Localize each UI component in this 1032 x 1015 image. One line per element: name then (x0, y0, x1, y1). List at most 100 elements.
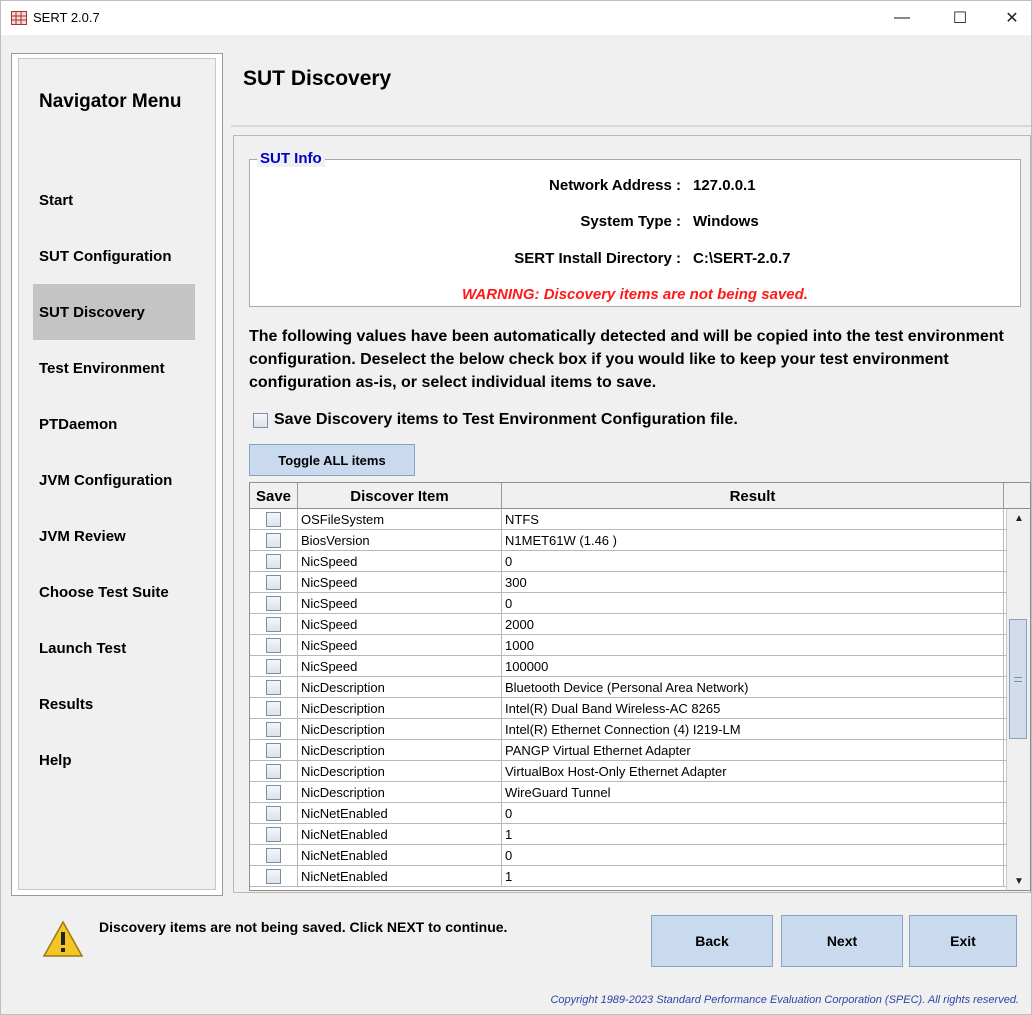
row-result: 100000 (502, 656, 1004, 677)
table-header: Save Discover Item Result (250, 483, 1030, 509)
row-discover-item: NicSpeed (298, 593, 502, 614)
row-result: Bluetooth Device (Personal Area Network) (502, 677, 1004, 698)
table-row[interactable]: NicDescription Bluetooth Device (Personal… (250, 677, 1006, 698)
row-save-checkbox[interactable] (266, 512, 281, 527)
system-type-label: System Type : (580, 213, 681, 230)
table-scrollbar[interactable]: ▲ ▼ (1006, 509, 1030, 890)
table-row[interactable]: NicSpeed 300 (250, 572, 1006, 593)
table-row[interactable]: NicSpeed 100000 (250, 656, 1006, 677)
table-row[interactable]: NicDescription Intel(R) Dual Band Wireles… (250, 698, 1006, 719)
save-discovery-label: Save Discovery items to Test Environment… (274, 411, 738, 428)
row-discover-item: NicNetEnabled (298, 866, 502, 887)
row-save-checkbox[interactable] (266, 869, 281, 884)
row-result: 1 (502, 824, 1004, 845)
row-save-checkbox[interactable] (266, 806, 281, 821)
nav-item-help[interactable]: Help (33, 732, 195, 788)
table-row[interactable]: NicDescription WireGuard Tunnel (250, 782, 1006, 803)
row-result: PANGP Virtual Ethernet Adapter (502, 740, 1004, 761)
row-result: N1MET61W (1.46 ) (502, 530, 1004, 551)
discovery-table: Save Discover Item Result OSFileSystem NT… (249, 482, 1031, 891)
row-save-checkbox[interactable] (266, 617, 281, 632)
row-save-checkbox[interactable] (266, 533, 281, 548)
row-discover-item: NicDescription (298, 782, 502, 803)
exit-button[interactable]: Exit (909, 915, 1017, 967)
row-save-checkbox[interactable] (266, 722, 281, 737)
column-header-discover-item[interactable]: Discover Item (298, 483, 502, 509)
nav-item-sut-configuration[interactable]: SUT Configuration (33, 228, 195, 284)
table-row[interactable]: NicDescription Intel(R) Ethernet Connecti… (250, 719, 1006, 740)
table-row[interactable]: NicNetEnabled 1 (250, 866, 1006, 887)
row-result: Intel(R) Ethernet Connection (4) I219-LM (502, 719, 1004, 740)
row-result: 0 (502, 593, 1004, 614)
row-discover-item: NicNetEnabled (298, 845, 502, 866)
close-button[interactable]: ✕ (989, 1, 1032, 35)
table-row[interactable]: OSFileSystem NTFS (250, 509, 1006, 530)
row-save-checkbox[interactable] (266, 785, 281, 800)
scroll-down-arrow-icon[interactable]: ▼ (1009, 872, 1029, 890)
title-bar: SERT 2.0.7 — ☐ ✕ (1, 1, 1031, 35)
column-header-save[interactable]: Save (250, 483, 298, 509)
warning-triangle-icon (42, 920, 84, 957)
nav-item-choose-test-suite[interactable]: Choose Test Suite (33, 564, 195, 620)
sert-app-icon (11, 11, 27, 25)
table-row[interactable]: NicNetEnabled 0 (250, 803, 1006, 824)
row-discover-item: NicDescription (298, 677, 502, 698)
nav-item-jvm-review[interactable]: JVM Review (33, 508, 195, 564)
nav-item-sut-discovery[interactable]: SUT Discovery (33, 284, 195, 340)
table-row[interactable]: NicSpeed 0 (250, 593, 1006, 614)
toggle-all-button[interactable]: Toggle ALL items (249, 444, 415, 476)
nav-item-results[interactable]: Results (33, 676, 195, 732)
row-save-checkbox[interactable] (266, 554, 281, 569)
row-discover-item: OSFileSystem (298, 509, 502, 530)
row-result: NTFS (502, 509, 1004, 530)
row-save-checkbox[interactable] (266, 848, 281, 863)
table-body: OSFileSystem NTFS BiosVersion N1MET61W (1.… (250, 509, 1006, 887)
table-row[interactable]: NicSpeed 2000 (250, 614, 1006, 635)
copyright-text: Copyright 1989-2023 Standard Performance… (550, 994, 1019, 1006)
row-save-checkbox[interactable] (266, 596, 281, 611)
row-result: VirtualBox Host-Only Ethernet Adapter (502, 761, 1004, 782)
network-address-label: Network Address : (549, 177, 681, 194)
table-row[interactable]: NicDescription PANGP Virtual Ethernet Ada… (250, 740, 1006, 761)
row-discover-item: NicSpeed (298, 614, 502, 635)
row-save-checkbox[interactable] (266, 743, 281, 758)
row-result: 1 (502, 866, 1004, 887)
row-save-checkbox[interactable] (266, 659, 281, 674)
nav-item-launch-test[interactable]: Launch Test (33, 620, 195, 676)
row-discover-item: NicSpeed (298, 551, 502, 572)
row-save-checkbox[interactable] (266, 764, 281, 779)
minimize-button[interactable]: — (879, 1, 925, 35)
row-save-checkbox[interactable] (266, 638, 281, 653)
table-row[interactable]: NicDescription VirtualBox Host-Only Ether… (250, 761, 1006, 782)
scroll-up-arrow-icon[interactable]: ▲ (1009, 509, 1029, 527)
table-row[interactable]: BiosVersion N1MET61W (1.46 ) (250, 530, 1006, 551)
save-discovery-checkbox[interactable] (253, 412, 268, 428)
nav-item-test-environment[interactable]: Test Environment (33, 340, 195, 396)
maximize-button[interactable]: ☐ (937, 1, 983, 35)
row-save-checkbox[interactable] (266, 827, 281, 842)
page-title: SUT Discovery (243, 67, 392, 90)
table-row[interactable]: NicSpeed 1000 (250, 635, 1006, 656)
install-directory-value: C:\SERT-2.0.7 (693, 250, 791, 267)
row-discover-item: NicNetEnabled (298, 803, 502, 824)
discovery-warning: WARNING: Discovery items are not being s… (462, 286, 808, 303)
row-discover-item: BiosVersion (298, 530, 502, 551)
column-header-result[interactable]: Result (502, 483, 1004, 509)
row-result: 1000 (502, 635, 1004, 656)
table-row[interactable]: NicSpeed 0 (250, 551, 1006, 572)
nav-item-ptdaemon[interactable]: PTDaemon (33, 396, 195, 452)
back-button[interactable]: Back (651, 915, 773, 967)
install-directory-label: SERT Install Directory : (514, 250, 681, 267)
row-save-checkbox[interactable] (266, 701, 281, 716)
save-discovery-row[interactable]: Save Discovery items to Test Environment… (253, 411, 738, 429)
next-button[interactable]: Next (781, 915, 903, 967)
row-discover-item: NicSpeed (298, 572, 502, 593)
scroll-thumb[interactable] (1009, 619, 1027, 739)
row-save-checkbox[interactable] (266, 575, 281, 590)
nav-item-jvm-configuration[interactable]: JVM Configuration (33, 452, 195, 508)
table-row[interactable]: NicNetEnabled 1 (250, 824, 1006, 845)
table-row[interactable]: NicNetEnabled 0 (250, 845, 1006, 866)
nav-item-start[interactable]: Start (33, 172, 195, 228)
navigator-title: Navigator Menu (39, 91, 182, 112)
row-save-checkbox[interactable] (266, 680, 281, 695)
